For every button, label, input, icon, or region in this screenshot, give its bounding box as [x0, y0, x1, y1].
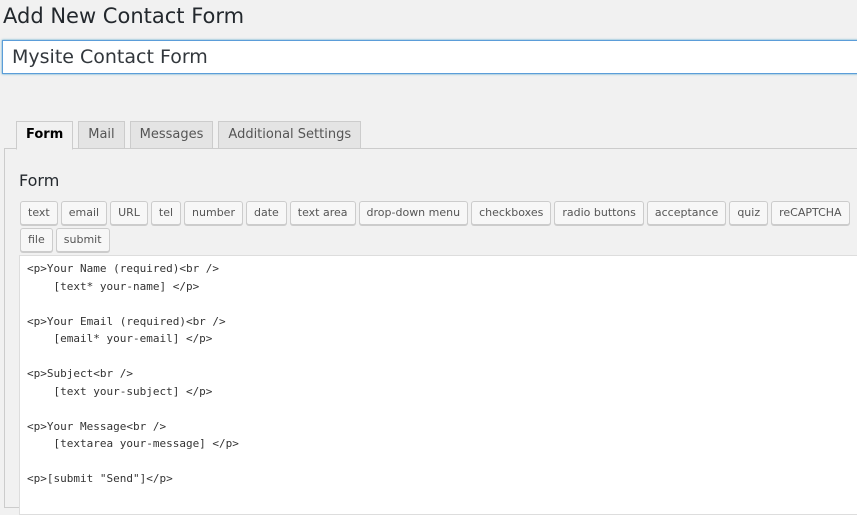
tag-button-text[interactable]: text	[20, 201, 58, 225]
tab-messages[interactable]: Messages	[129, 121, 214, 149]
form-template-editor[interactable]: <p>Your Name (required)<br /> [text* you…	[19, 255, 857, 515]
tag-button-submit[interactable]: submit	[55, 228, 110, 252]
tag-button-drop-down-menu[interactable]: drop-down menu	[358, 201, 469, 225]
tag-button-email[interactable]: email	[60, 201, 108, 225]
tag-button-date[interactable]: date	[245, 201, 287, 225]
form-panel: Form text email URL tel number date text…	[4, 148, 857, 515]
page-title: Add New Contact Form	[3, 4, 245, 28]
tag-button-tel[interactable]: tel	[150, 201, 182, 225]
tab-form[interactable]: Form	[16, 121, 74, 150]
form-panel-heading: Form	[19, 171, 60, 190]
tag-button-number[interactable]: number	[184, 201, 243, 225]
tag-button-url[interactable]: URL	[110, 201, 148, 225]
form-title-input[interactable]	[2, 40, 857, 74]
tag-button-checkboxes[interactable]: checkboxes	[471, 201, 552, 225]
tag-button-recaptcha[interactable]: reCAPTCHA	[771, 201, 850, 225]
tag-button-text-area[interactable]: text area	[289, 201, 356, 225]
tab-additional-settings[interactable]: Additional Settings	[218, 121, 362, 149]
tag-button-radio-buttons[interactable]: radio buttons	[554, 201, 644, 225]
tab-mail[interactable]: Mail	[78, 121, 125, 149]
tag-button-acceptance[interactable]: acceptance	[646, 201, 727, 225]
tag-generator-buttons: text email URL tel number date text area…	[20, 201, 857, 252]
tag-button-quiz[interactable]: quiz	[729, 201, 769, 225]
tag-button-file[interactable]: file	[20, 228, 53, 252]
editor-tabs: Form Mail Messages Additional Settings	[16, 121, 362, 150]
